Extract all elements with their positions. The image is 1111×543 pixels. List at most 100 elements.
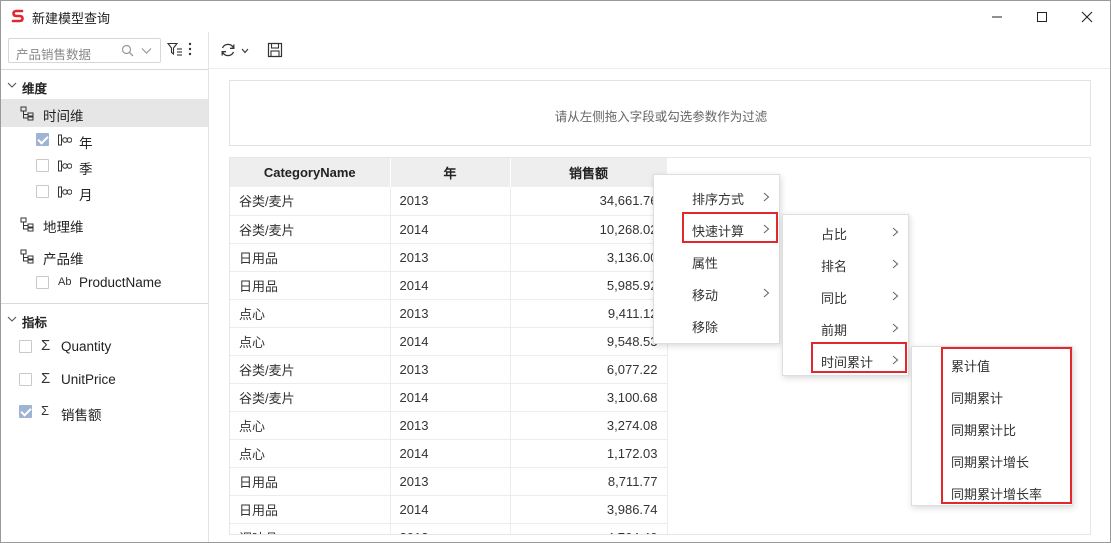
table-cell[interactable]: 谷类/麦片 (230, 383, 391, 412)
table-cell[interactable]: 谷类/麦片 (230, 355, 391, 384)
table-row[interactable]: 日用品 2013 8,711.77 (230, 467, 668, 496)
search-icon[interactable] (121, 44, 134, 57)
table-cell[interactable]: 日用品 (230, 467, 391, 496)
column-header[interactable]: CategoryName (230, 158, 391, 187)
dimension-group-product[interactable]: 产品维 (1, 242, 208, 270)
table-row[interactable]: 谷类/麦片 2014 3,100.68 (230, 383, 668, 412)
field-year-checkbox[interactable] (36, 133, 49, 146)
menu-item-yoy[interactable]: 同比 (783, 280, 908, 312)
measures-section-header[interactable]: 指标 (1, 307, 208, 331)
dimension-group-time[interactable]: 时间维 (1, 99, 208, 127)
table-cell[interactable]: 2013 (390, 467, 511, 496)
table-row[interactable]: 日用品 2014 5,985.92 (230, 271, 668, 300)
measure-sales-checkbox[interactable] (19, 405, 32, 418)
table-cell[interactable]: 2013 (390, 523, 511, 534)
table-cell[interactable]: 2013 (390, 243, 511, 272)
table-cell[interactable]: 2013 (390, 355, 511, 384)
table-cell[interactable]: 2014 (390, 495, 511, 524)
date-level-icon (58, 134, 72, 146)
menu-item-ratio[interactable]: 占比 (783, 216, 908, 248)
table-cell[interactable]: 谷类/麦片 (230, 215, 391, 244)
table-cell[interactable]: 6,077.22 (510, 355, 668, 384)
table-cell[interactable]: 10,268.02 (510, 215, 668, 244)
field-month-checkbox[interactable] (36, 185, 49, 198)
table-cell[interactable]: 5,985.92 (510, 271, 668, 300)
column-header[interactable]: 销售额 (510, 158, 668, 187)
table-cell[interactable]: 点心 (230, 411, 391, 440)
more-vertical-icon[interactable] (187, 42, 193, 56)
table-cell[interactable]: 34,661.76 (510, 187, 668, 216)
measure-unitprice-checkbox[interactable] (19, 373, 32, 386)
field-productname[interactable]: Ab ProductName (1, 269, 208, 297)
refresh-icon[interactable] (220, 42, 236, 58)
table-cell[interactable]: 谷类/麦片 (230, 187, 391, 216)
field-productname-checkbox[interactable] (36, 276, 49, 289)
table-row[interactable]: 调味品20134,764.40 (230, 523, 668, 534)
measure-unitprice[interactable]: Σ UnitPrice (1, 366, 208, 394)
dimension-group-geo[interactable]: 地理维 (1, 210, 208, 238)
table-cell[interactable]: 2013 (390, 411, 511, 440)
table-cell[interactable]: 3,136.00 (510, 243, 668, 272)
table-row[interactable]: 谷类/麦片 2013 6,077.22 (230, 355, 668, 384)
table-cell[interactable]: 8,711.77 (510, 467, 668, 496)
table-row[interactable]: 日用品 2014 3,986.74 (230, 495, 668, 524)
menu-item-remove[interactable]: 移除 (654, 309, 779, 341)
query-window: 新建模型查询 产品销售数据 维度 时间维 年 季 月 地理维 产品维 Ab Pr… (0, 0, 1111, 543)
table-cell[interactable]: 2014 (390, 327, 511, 356)
chevron-down-icon[interactable] (141, 45, 152, 56)
chevron-down-icon[interactable] (7, 80, 17, 90)
table-cell[interactable]: 9,548.53 (510, 327, 668, 356)
minimize-button[interactable] (974, 1, 1020, 32)
close-button[interactable] (1064, 1, 1110, 32)
dataset-search-input[interactable]: 产品销售数据 (16, 44, 91, 63)
field-quarter-checkbox[interactable] (36, 159, 49, 172)
table-row[interactable]: 点心 2013 3,274.08 (230, 411, 668, 440)
table-cell[interactable]: 2014 (390, 383, 511, 412)
table-row[interactable]: 点心 2014 9,548.53 (230, 327, 668, 356)
table-cell[interactable]: 点心 (230, 299, 391, 328)
column-header[interactable]: 年 (390, 158, 511, 187)
measure-quantity-checkbox[interactable] (19, 340, 32, 353)
maximize-button[interactable] (1019, 1, 1065, 32)
table-cell[interactable]: 点心 (230, 439, 391, 468)
table-row[interactable]: 点心 2013 9,411.12 (230, 299, 668, 328)
field-quarter[interactable]: 季 (1, 152, 208, 180)
filter-hint: 请从左侧拖入字段或勾选参数作为过滤 (554, 110, 768, 124)
table-cell[interactable]: 1,172.03 (510, 439, 668, 468)
table-row[interactable]: 谷类/麦片 2013 34,661.76 (230, 187, 668, 216)
menu-item-move[interactable]: 移动 (654, 277, 779, 309)
field-year[interactable]: 年 (1, 126, 208, 154)
table-cell[interactable]: 2014 (390, 439, 511, 468)
table-cell[interactable]: 点心 (230, 327, 391, 356)
table-cell[interactable]: 2013 (390, 299, 511, 328)
table-row[interactable]: 日用品 2013 3,136.00 (230, 243, 668, 272)
table-cell[interactable]: 3,274.08 (510, 411, 668, 440)
table-row[interactable]: 谷类/麦片 2014 10,268.02 (230, 215, 668, 244)
menu-item-prior-period[interactable]: 前期 (783, 312, 908, 344)
menu-item-properties[interactable]: 属性 (654, 245, 779, 277)
filter-list-icon[interactable] (167, 42, 183, 56)
measure-quantity[interactable]: Σ Quantity (1, 333, 208, 361)
filter-drop-zone[interactable]: 请从左侧拖入字段或勾选参数作为过滤 (229, 80, 1091, 146)
table-cell[interactable]: 3,986.74 (510, 495, 668, 524)
table-cell[interactable]: 2013 (390, 187, 511, 216)
table-cell[interactable]: 2014 (390, 271, 511, 300)
table-cell[interactable]: 调味品 (230, 523, 391, 534)
table-row[interactable]: 点心 2014 1,172.03 (230, 439, 668, 468)
table-cell[interactable]: 日用品 (230, 495, 391, 524)
table-cell[interactable]: 3,100.68 (510, 383, 668, 412)
table-cell[interactable]: 4,764.40 (510, 523, 668, 534)
save-icon[interactable] (267, 42, 283, 58)
field-month[interactable]: 月 (1, 178, 208, 206)
measure-sales[interactable]: Σ 销售额 (1, 398, 208, 426)
table-cell[interactable]: 日用品 (230, 243, 391, 272)
table-cell[interactable]: 9,411.12 (510, 299, 668, 328)
chevron-down-icon[interactable] (241, 48, 249, 54)
table-cell[interactable]: 日用品 (230, 271, 391, 300)
dataset-search-box[interactable]: 产品销售数据 (8, 38, 161, 63)
dimensions-section-header[interactable]: 维度 (1, 73, 208, 97)
chevron-down-icon[interactable] (7, 314, 17, 324)
table-cell[interactable]: 2014 (390, 215, 511, 244)
menu-item-rank[interactable]: 排名 (783, 248, 908, 280)
menu-item-sort[interactable]: 排序方式 (654, 181, 779, 213)
